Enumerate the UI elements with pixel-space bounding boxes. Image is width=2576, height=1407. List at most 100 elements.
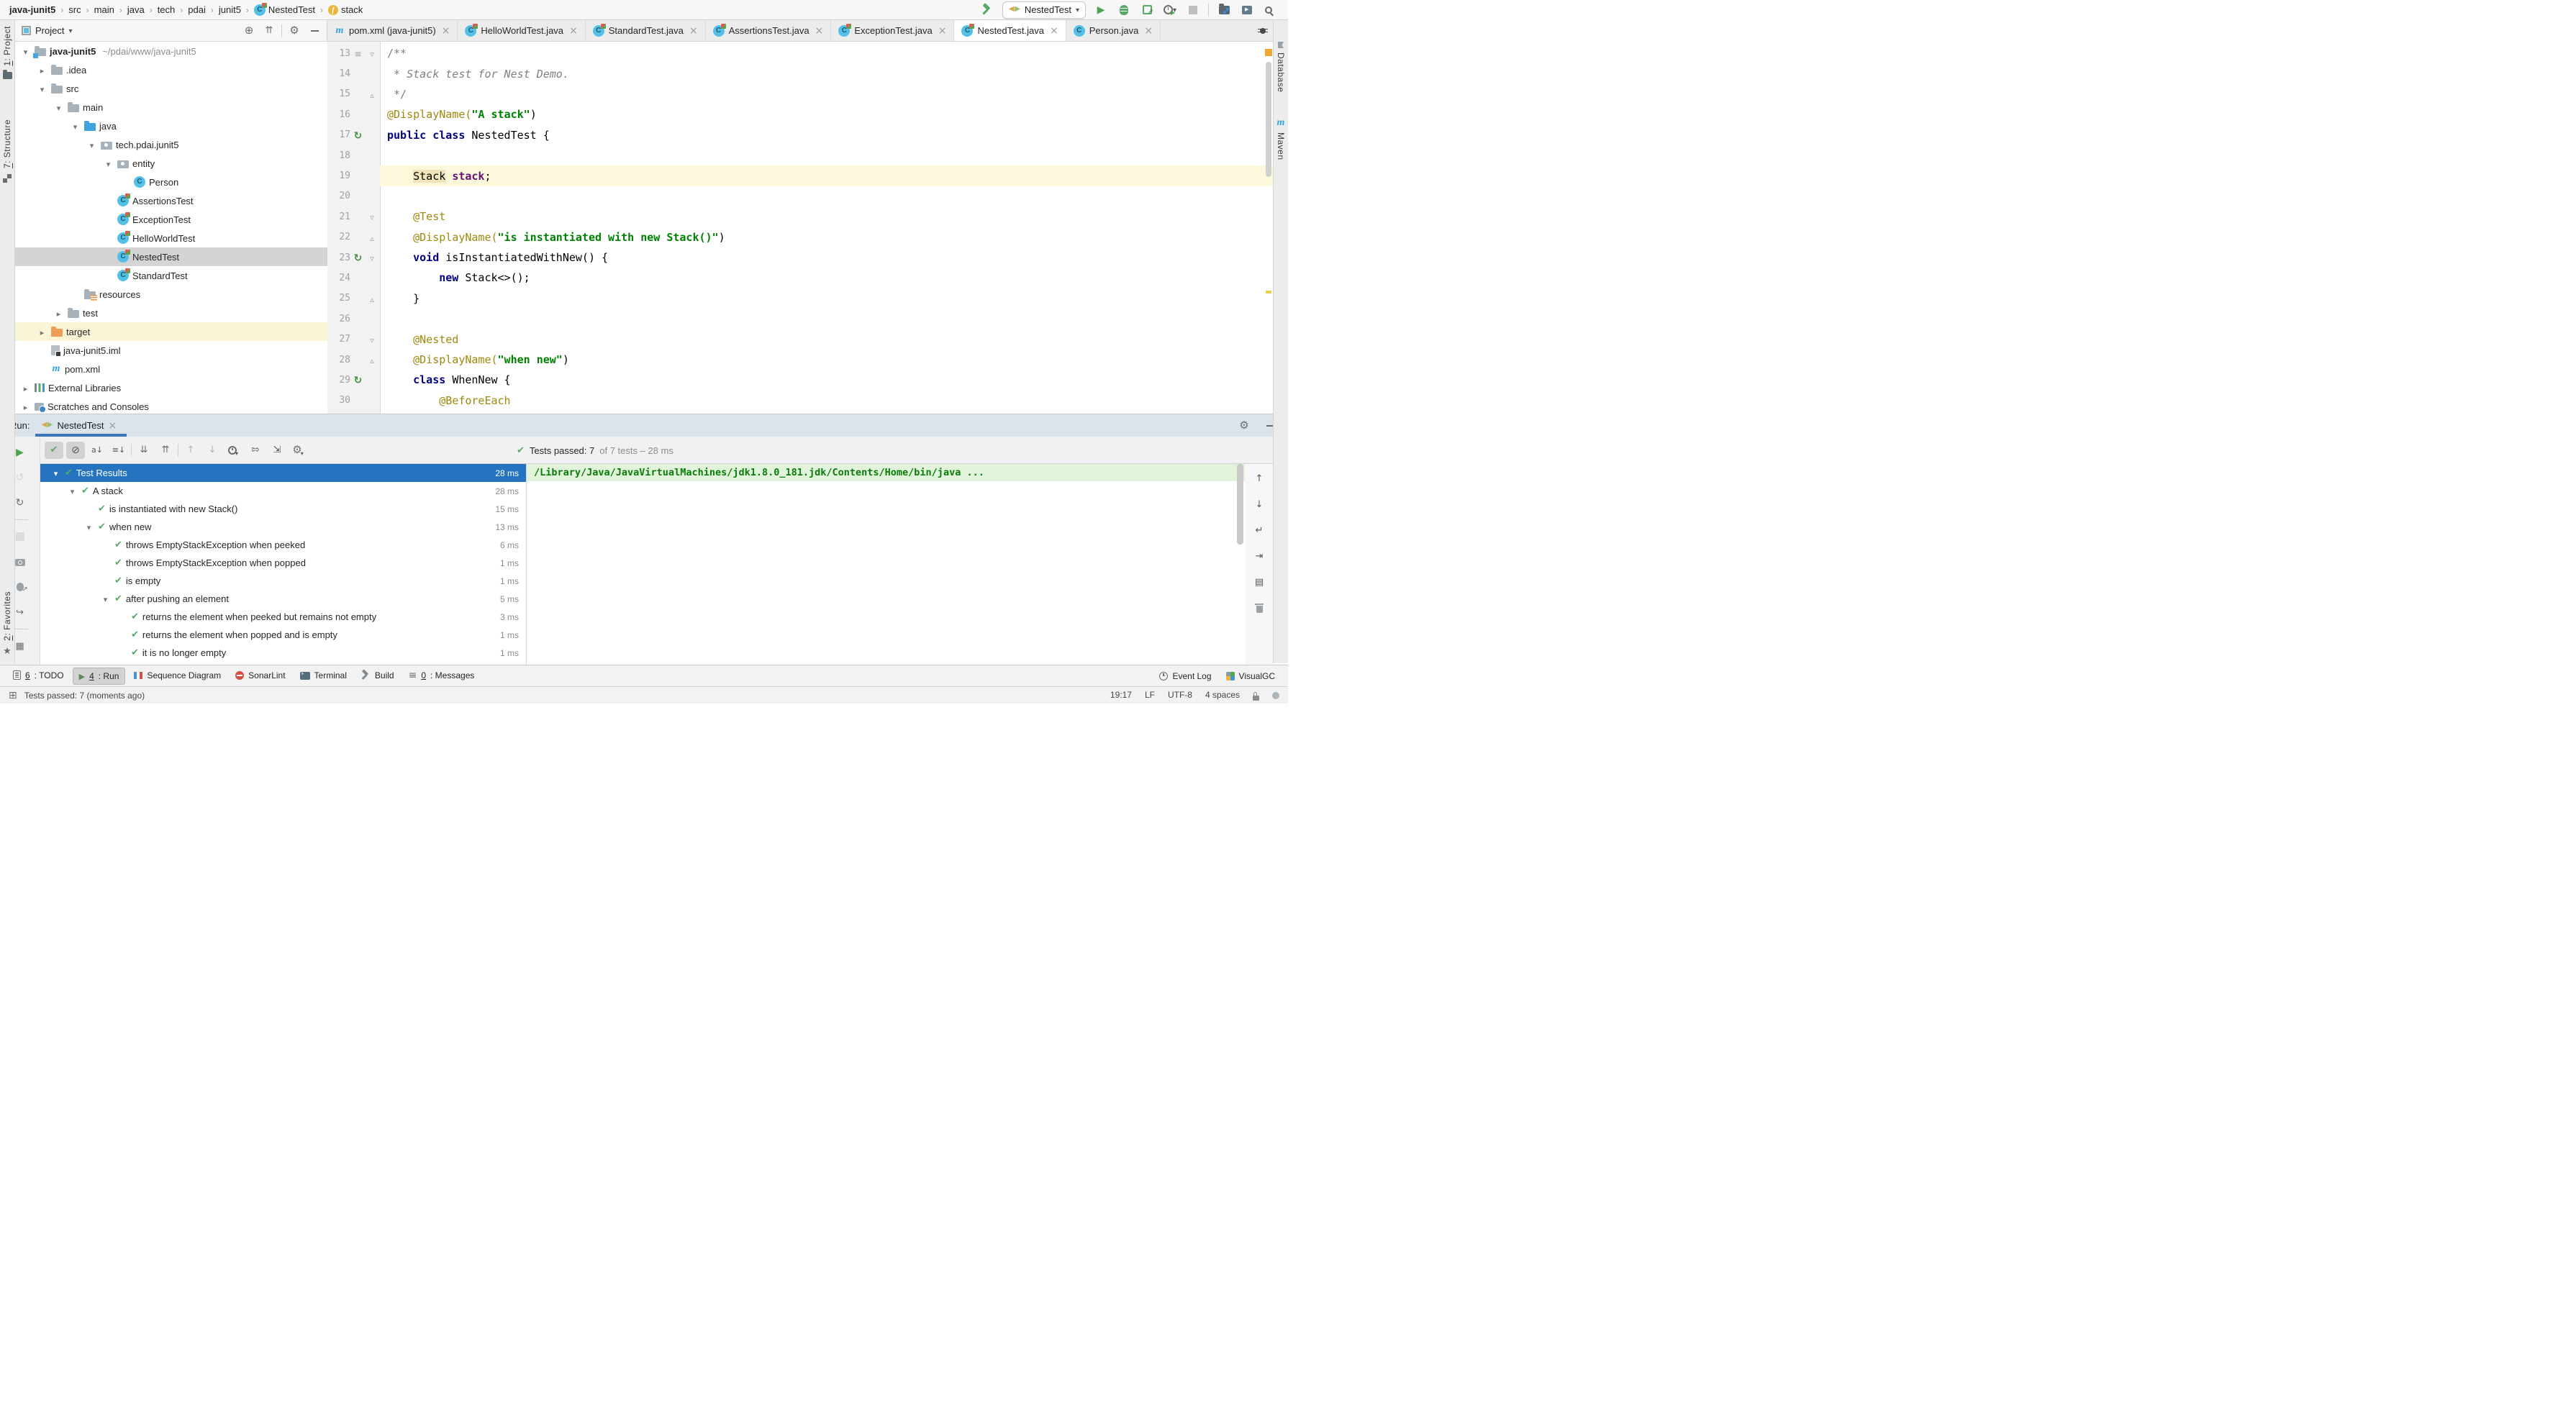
- fold-marker[interactable]: [366, 333, 378, 346]
- toolwindow-button-terminal[interactable]: Terminal: [294, 668, 353, 683]
- debug-button[interactable]: [1116, 2, 1132, 18]
- fold-marker[interactable]: [366, 210, 378, 223]
- editor-tab[interactable]: NestedTest.java: [954, 20, 1066, 41]
- run-console[interactable]: /Library/Java/JavaVirtualMachines/jdk1.8…: [527, 464, 1245, 686]
- show-passed-button[interactable]: [45, 442, 63, 459]
- cursor-position-widget[interactable]: 19:17: [1110, 690, 1132, 700]
- test-result-row[interactable]: A stack28 ms: [40, 482, 526, 500]
- editor-scrollbar[interactable]: [1266, 62, 1271, 177]
- fold-marker[interactable]: [366, 88, 378, 101]
- highlighting-indicator[interactable]: [1272, 690, 1279, 700]
- warning-stripe-marker[interactable]: [1266, 291, 1271, 293]
- toolwindow-button-event-log[interactable]: Event Log: [1153, 668, 1217, 684]
- run-button[interactable]: [1093, 2, 1109, 18]
- close-icon[interactable]: [569, 26, 578, 36]
- run-configuration-select[interactable]: NestedTest: [1002, 1, 1086, 19]
- collapse-all-button[interactable]: [261, 23, 277, 39]
- code-line[interactable]: 24 new Stack<>();: [327, 268, 1274, 288]
- test-result-row[interactable]: throws EmptyStackException when popped1 …: [40, 554, 526, 572]
- tree-toggle[interactable]: [20, 401, 31, 411]
- tree-toggle[interactable]: [37, 64, 47, 75]
- tree-row[interactable]: java-junit5.iml: [14, 341, 327, 360]
- print-button[interactable]: [1250, 573, 1269, 591]
- coverage-button[interactable]: [1139, 2, 1155, 18]
- clear-all-button[interactable]: [1250, 599, 1269, 616]
- test-result-row[interactable]: is empty1 ms: [40, 572, 526, 590]
- code-line[interactable]: 25 }: [327, 288, 1274, 309]
- tree-toggle[interactable]: [20, 382, 31, 393]
- tree-row[interactable]: test: [14, 304, 327, 322]
- close-icon[interactable]: [442, 26, 450, 36]
- tree-row[interactable]: Person: [14, 173, 327, 191]
- soft-wrap-button[interactable]: [1250, 522, 1269, 539]
- run-test-gutter-button[interactable]: [350, 251, 366, 264]
- run-panel-settings-button[interactable]: [1236, 418, 1252, 434]
- breadcrumb-item[interactable]: NestedTest: [252, 4, 317, 16]
- scroll-to-end-button[interactable]: [1250, 547, 1269, 565]
- toolwindow-button-messages[interactable]: 0: Messages: [403, 668, 481, 683]
- tree-row[interactable]: java: [14, 117, 327, 135]
- tree-toggle[interactable]: [70, 120, 81, 131]
- tree-toggle[interactable]: [20, 45, 31, 56]
- breadcrumb-item[interactable]: main: [92, 4, 117, 15]
- code-line[interactable]: 23 void isInstantiatedWithNew() {: [327, 247, 1274, 268]
- editor-tab[interactable]: HelloWorldTest.java: [458, 20, 585, 41]
- tree-row[interactable]: .idea: [14, 60, 327, 79]
- test-result-row[interactable]: after pushing an element5 ms: [40, 590, 526, 608]
- toolwindow-button-visualgc[interactable]: VisualGC: [1220, 668, 1281, 684]
- test-settings-button[interactable]: [289, 442, 308, 459]
- tree-toggle[interactable]: [67, 486, 78, 496]
- test-result-row[interactable]: when new13 ms: [40, 518, 526, 536]
- breadcrumb-item[interactable]: java-junit5: [7, 4, 58, 15]
- collapse-all-button[interactable]: [156, 442, 175, 459]
- console-command-line[interactable]: /Library/Java/JavaVirtualMachines/jdk1.8…: [527, 464, 1245, 481]
- tree-toggle[interactable]: [37, 326, 47, 337]
- code-line[interactable]: 13/**: [327, 43, 1274, 63]
- code-line[interactable]: 15 */: [327, 84, 1274, 104]
- search-everywhere-button[interactable]: [1262, 2, 1278, 18]
- tree-row[interactable]: pom.xml: [14, 360, 327, 378]
- run-test-gutter-button[interactable]: [350, 373, 366, 386]
- breadcrumb-item[interactable]: stack: [326, 4, 365, 15]
- tree-row[interactable]: tech.pdai.junit5: [14, 135, 327, 154]
- code-line[interactable]: 19 Stack stack;: [327, 165, 1274, 186]
- code-line[interactable]: 26: [327, 309, 1274, 329]
- file-encoding-widget[interactable]: UTF-8: [1168, 690, 1192, 700]
- code-line[interactable]: 17public class NestedTest {: [327, 125, 1274, 145]
- code-line[interactable]: 18: [327, 145, 1274, 165]
- tree-row[interactable]: StandardTest: [14, 266, 327, 285]
- code-line[interactable]: 16@DisplayName("A stack"): [327, 104, 1274, 124]
- tree-toggle[interactable]: [53, 101, 64, 112]
- breadcrumb-item[interactable]: src: [66, 4, 83, 15]
- expand-all-button[interactable]: [135, 442, 153, 459]
- test-result-row[interactable]: Test Results28 ms: [40, 464, 526, 482]
- test-result-row[interactable]: it is no longer empty1 ms: [40, 644, 526, 662]
- code-line[interactable]: 30 @BeforeEach: [327, 391, 1274, 411]
- show-ignored-button[interactable]: [66, 442, 85, 459]
- export-test-results-button[interactable]: [268, 442, 286, 459]
- editor-tab[interactable]: pom.xml (java-junit5): [327, 20, 458, 41]
- tool-strip-button-2-favorites[interactable]: 2: Favorites: [2, 591, 12, 656]
- tree-row[interactable]: resources: [14, 285, 327, 304]
- project-settings-button[interactable]: [286, 23, 302, 39]
- tree-row[interactable]: src: [14, 79, 327, 98]
- code-line[interactable]: 14 * Stack test for Nest Demo.: [327, 63, 1274, 83]
- toolwindow-button-sonarlint[interactable]: SonarLint: [230, 668, 291, 683]
- test-result-row[interactable]: returns the element when peeked but rema…: [40, 608, 526, 626]
- fold-marker[interactable]: [366, 292, 378, 305]
- close-icon[interactable]: [689, 26, 698, 36]
- hide-panel-button[interactable]: [307, 23, 322, 39]
- tree-toggle[interactable]: [83, 522, 94, 532]
- run-content-tab[interactable]: NestedTest: [38, 414, 119, 437]
- locate-file-button[interactable]: [241, 23, 257, 39]
- code-editor[interactable]: 13/**14 * Stack test for Nest Demo.15 */…: [327, 42, 1274, 414]
- tool-strip-button-database[interactable]: Database: [1276, 42, 1286, 92]
- status-message[interactable]: Tests passed: 7 (moments ago): [24, 691, 145, 701]
- scroll-up-button[interactable]: [1250, 470, 1269, 487]
- toolwindow-button-todo[interactable]: 6: TODO: [7, 668, 70, 683]
- toolwindow-button-run[interactable]: 4: Run: [73, 668, 126, 685]
- tree-row[interactable]: ExceptionTest: [14, 210, 327, 229]
- write-access-toggle[interactable]: [1253, 690, 1259, 700]
- editor-tab[interactable]: ExceptionTest.java: [831, 20, 954, 41]
- tool-strip-button-1-project[interactable]: 1: Project: [2, 26, 12, 79]
